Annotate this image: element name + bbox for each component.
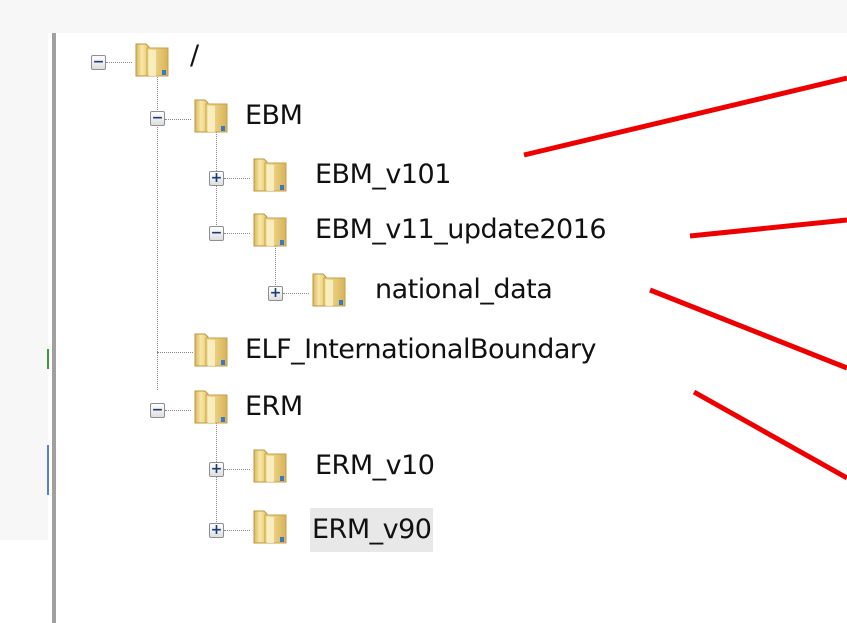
callout-line [649, 287, 847, 371]
callout-lines [523, 75, 847, 481]
callout-line [523, 75, 847, 158]
callout-line [689, 217, 847, 239]
callout-line [692, 389, 847, 481]
